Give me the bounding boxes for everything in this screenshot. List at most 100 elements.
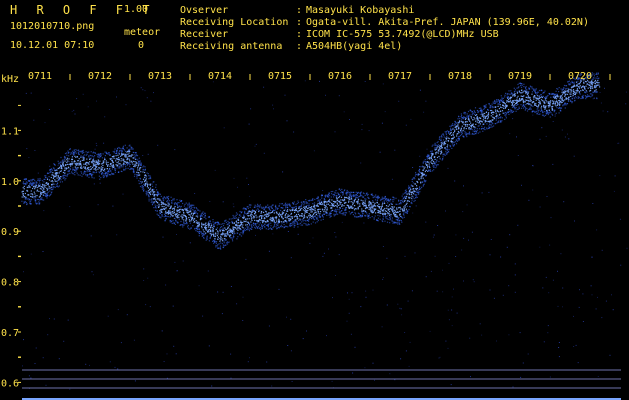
trace-point bbox=[510, 96, 513, 98]
trace-point bbox=[102, 166, 104, 169]
trace-point bbox=[152, 192, 154, 194]
trace-point bbox=[293, 201, 295, 203]
trace-point bbox=[298, 210, 300, 212]
trace-point bbox=[339, 211, 341, 213]
trace-point bbox=[126, 164, 128, 166]
trace-point bbox=[93, 151, 95, 153]
trace-point bbox=[36, 195, 38, 197]
trace-point bbox=[459, 131, 461, 133]
trace-point bbox=[173, 208, 176, 210]
trace-point bbox=[57, 174, 59, 177]
noise-dot bbox=[451, 309, 453, 311]
trace-point bbox=[517, 95, 519, 97]
trace-point bbox=[337, 213, 339, 215]
trace-point bbox=[464, 118, 467, 120]
trace-point bbox=[161, 213, 163, 216]
noise-dot bbox=[334, 232, 336, 233]
trace-point bbox=[371, 216, 373, 218]
noise-dot bbox=[625, 103, 627, 105]
trace-point bbox=[447, 137, 449, 139]
trace-point bbox=[234, 217, 236, 219]
trace-point bbox=[464, 130, 466, 132]
trace-point bbox=[312, 203, 314, 205]
trace-point bbox=[154, 193, 156, 196]
trace-point bbox=[139, 160, 141, 162]
noise-dot bbox=[230, 353, 232, 355]
trace-point bbox=[215, 242, 217, 244]
trace-point bbox=[52, 181, 54, 183]
trace-point bbox=[185, 208, 187, 210]
trace-point bbox=[546, 101, 548, 103]
trace-point bbox=[454, 130, 456, 132]
trace-point bbox=[94, 164, 96, 166]
noise-dot bbox=[335, 236, 337, 238]
trace-point bbox=[158, 203, 160, 205]
trace-point bbox=[25, 178, 27, 180]
trace-point bbox=[393, 213, 395, 215]
trace-point bbox=[376, 200, 378, 202]
trace-point bbox=[444, 131, 446, 133]
trace-point bbox=[93, 177, 95, 179]
trace-point bbox=[355, 191, 357, 193]
trace-point bbox=[451, 143, 453, 145]
trace-point bbox=[236, 225, 238, 227]
trace-point bbox=[191, 204, 194, 206]
trace-point bbox=[353, 195, 355, 197]
trace-point bbox=[276, 220, 278, 222]
trace-point bbox=[249, 210, 251, 212]
trace-point bbox=[201, 225, 203, 228]
trace-point bbox=[497, 117, 499, 119]
trace-point bbox=[438, 155, 440, 158]
noise-dot bbox=[554, 115, 556, 117]
trace-point bbox=[150, 177, 152, 180]
noise-dot bbox=[509, 133, 511, 135]
trace-point bbox=[143, 165, 145, 167]
noise-dot bbox=[381, 122, 383, 124]
trace-point bbox=[152, 193, 154, 195]
trace-point bbox=[495, 118, 497, 120]
noise-dot bbox=[400, 358, 402, 360]
trace-point bbox=[144, 171, 146, 174]
trace-point bbox=[225, 244, 227, 246]
noise-dot bbox=[73, 109, 75, 111]
trace-point bbox=[498, 120, 500, 122]
trace-point bbox=[491, 126, 493, 128]
trace-point bbox=[416, 194, 418, 196]
noise-dot bbox=[37, 172, 39, 174]
trace-point bbox=[52, 167, 54, 169]
trace-point bbox=[369, 206, 371, 208]
trace-point bbox=[313, 219, 316, 221]
trace-point bbox=[511, 110, 513, 112]
noise-dot bbox=[282, 171, 284, 173]
trace-point bbox=[527, 95, 529, 97]
trace-point bbox=[507, 96, 509, 98]
trace-point bbox=[107, 153, 109, 155]
trace-point bbox=[82, 149, 84, 152]
trace-point bbox=[514, 104, 516, 106]
trace-point bbox=[285, 225, 287, 228]
trace-point bbox=[165, 204, 167, 206]
trace-point bbox=[174, 217, 176, 219]
trace-point bbox=[50, 193, 52, 195]
trace-point bbox=[138, 161, 140, 163]
trace-point bbox=[115, 168, 117, 170]
trace-point bbox=[380, 212, 382, 214]
trace-point bbox=[86, 175, 88, 177]
trace-point bbox=[171, 220, 173, 222]
trace-point bbox=[62, 171, 64, 174]
trace-point bbox=[164, 213, 166, 215]
trace-point bbox=[313, 206, 315, 208]
trace-point bbox=[128, 155, 130, 157]
noise-dot bbox=[394, 149, 396, 151]
trace-point bbox=[89, 161, 91, 163]
trace-point bbox=[34, 200, 36, 202]
noise-dot bbox=[521, 184, 522, 186]
trace-point bbox=[377, 217, 379, 219]
trace-point bbox=[262, 224, 265, 227]
trace-point bbox=[216, 245, 218, 247]
noise-dot bbox=[42, 251, 44, 252]
trace-point bbox=[97, 153, 99, 155]
noise-dot bbox=[517, 224, 519, 226]
trace-point bbox=[239, 210, 241, 213]
trace-point bbox=[321, 203, 323, 205]
